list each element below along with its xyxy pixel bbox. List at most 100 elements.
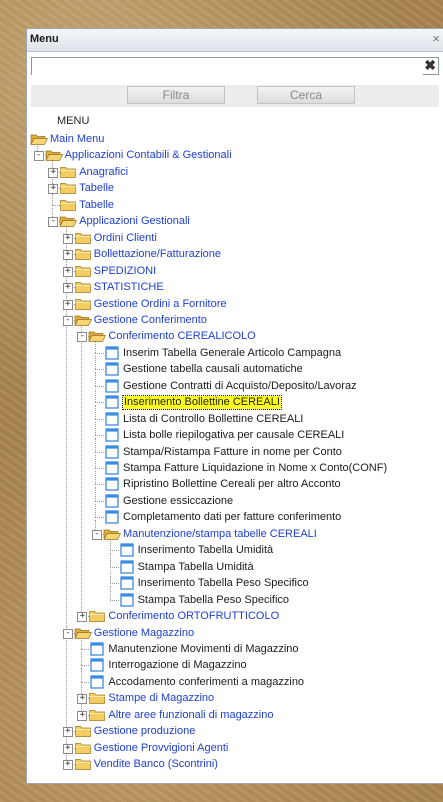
tree-item-label[interactable]: Gestione produzione [94, 725, 196, 738]
tree-folder-item[interactable]: - Gestione Magazzino [27, 626, 443, 641]
tree-item-label[interactable]: Stampa/Ristampa Fatture in nome per Cont… [123, 446, 342, 459]
tree-program-item[interactable]: Accodamento conferimenti a magazzino [27, 675, 443, 690]
tree-folder-item[interactable]: Main Menu [27, 132, 443, 147]
tree-item-label[interactable]: Ripristino Bollettine Cereali per altro … [123, 478, 341, 491]
tree-item-label[interactable]: Gestione Conferimento [94, 314, 207, 327]
tree-item-label[interactable]: Applicazioni Gestionali [79, 215, 190, 228]
tree-folder-item[interactable]: + Gestione Ordini a Fornitore [27, 297, 443, 312]
tree-folder-item[interactable]: + STATISTICHE [27, 280, 443, 295]
tree-item-label[interactable]: Anagrafici [79, 166, 128, 179]
tree-folder-item[interactable]: + Altre aree funzionali di magazzino [27, 708, 443, 723]
tree-item-label[interactable]: Ordini Clienti [94, 232, 157, 245]
tree-program-item[interactable]: Stampa/Ristampa Fatture in nome per Cont… [27, 444, 443, 460]
tree-item-label[interactable]: Gestione tabella causali automatiche [123, 363, 303, 376]
tree-folder-item[interactable]: + Bollettazione/Fatturazione [27, 247, 443, 262]
tree-item-label[interactable]: Conferimento ORTOFRUTTICOLO [108, 610, 279, 623]
tree-item-label[interactable]: Main Menu [50, 133, 104, 146]
tree-folder-item[interactable]: + Anagrafici [27, 165, 443, 180]
tree-item-label[interactable]: STATISTICHE [94, 281, 164, 294]
expand-icon[interactable]: + [48, 184, 59, 195]
tree-program-item[interactable]: Stampa Tabella Peso Specifico [27, 592, 443, 608]
tree-item-label[interactable]: Manutenzione/stampa tabelle CEREALI [123, 528, 317, 541]
tree-item-label[interactable]: Manutenzione Movimenti di Magazzino [108, 643, 298, 656]
collapse-icon[interactable]: - [62, 628, 73, 639]
tree-folder-item[interactable]: + Stampe di Magazzino [27, 691, 443, 706]
tree-item-label[interactable]: Stampa Tabella Peso Specifico [138, 594, 289, 607]
tree-item-label[interactable]: Stampa Fatture Liquidazione in Nome x Co… [123, 462, 387, 475]
expand-icon[interactable]: + [62, 743, 73, 754]
tree-program-item[interactable]: Inserim Tabella Generale Articolo Campag… [27, 346, 443, 361]
tree-item-label[interactable]: Inserimento Tabella Umidità [138, 544, 274, 557]
expand-icon[interactable]: + [48, 167, 59, 178]
tree-folder-item[interactable]: - Conferimento CEREALICOLO [27, 329, 443, 344]
tree-program-item[interactable]: Gestione essiccazione [27, 494, 443, 509]
tree-program-item[interactable]: Inserimento Bollettine CEREALI [27, 395, 443, 411]
tree-item-label[interactable]: Lista di Controllo Bollettine CEREALI [123, 413, 303, 426]
tree-folder-item[interactable]: + SPEDIZIONI [27, 264, 443, 279]
tree-program-item[interactable]: Stampa Fatture Liquidazione in Nome x Co… [27, 461, 443, 476]
tree-folder-item[interactable]: + Conferimento ORTOFRUTTICOLO [27, 609, 443, 624]
expand-icon[interactable]: + [62, 233, 73, 244]
collapse-icon[interactable]: - [48, 217, 59, 228]
tree-program-item[interactable]: Lista bolle riepilogativa per causale CE… [27, 428, 443, 443]
tree-item-label[interactable]: Conferimento CEREALICOLO [108, 330, 255, 343]
expand-icon[interactable]: + [62, 250, 73, 261]
tree-folder-item[interactable]: + Vendite Banco (Scontrini) [27, 757, 443, 772]
expand-icon[interactable]: + [62, 760, 73, 771]
tree-program-item[interactable]: Inserimento Tabella Peso Specifico [27, 576, 443, 591]
tree-folder-item[interactable]: - Applicazioni Contabili & Gestionali [27, 148, 443, 163]
collapse-icon[interactable]: - [33, 151, 44, 162]
tree-folder-item[interactable]: - Applicazioni Gestionali [27, 214, 443, 229]
tree-program-item[interactable]: Completamento dati per fatture conferime… [27, 510, 443, 525]
expand-icon[interactable]: + [62, 727, 73, 738]
tree-item-label[interactable]: SPEDIZIONI [94, 265, 156, 278]
expand-icon[interactable]: + [77, 694, 88, 705]
folder-open-icon [74, 626, 92, 640]
tree-program-item[interactable]: Gestione tabella causali automatiche [27, 362, 443, 377]
tree-item-label[interactable]: Gestione Ordini a Fornitore [94, 298, 227, 311]
tree-folder-item[interactable]: - Manutenzione/stampa tabelle CEREALI [27, 527, 443, 542]
tree-item-label[interactable]: Gestione Magazzino [94, 627, 194, 640]
collapse-icon[interactable]: - [77, 332, 88, 343]
tree-item-label[interactable]: Tabelle [79, 182, 114, 195]
collapse-icon[interactable]: - [92, 529, 102, 540]
tree-program-item[interactable]: Inserimento Tabella Umidità [27, 543, 443, 558]
tree-item-label[interactable]: Gestione essiccazione [123, 495, 233, 508]
expand-icon[interactable]: + [77, 710, 88, 721]
tree-item-label[interactable]: Completamento dati per fatture conferime… [123, 511, 341, 524]
tree-program-item[interactable]: Interrogazione di Magazzino [27, 658, 443, 673]
tree-item-label[interactable]: Inserim Tabella Generale Articolo Campag… [123, 347, 341, 360]
folder-icon [88, 609, 106, 623]
tree-folder-item[interactable]: + Gestione Provvigioni Agenti [27, 741, 443, 756]
tree-item-label[interactable]: Interrogazione di Magazzino [108, 659, 246, 672]
tree-program-item[interactable]: Lista di Controllo Bollettine CEREALI [27, 412, 443, 427]
expand-icon[interactable]: + [62, 283, 73, 294]
tree-item-label[interactable]: Gestione Provvigioni Agenti [94, 742, 229, 755]
folder-icon [88, 708, 106, 722]
tree-folder-item[interactable]: - Gestione Conferimento [27, 313, 443, 328]
tree-folder-item[interactable]: + Tabelle [27, 181, 443, 196]
expand-icon[interactable]: + [62, 299, 73, 310]
tree-program-item[interactable]: Gestione Contratti di Acquisto/Deposito/… [27, 379, 443, 394]
tree-item-label[interactable]: Inserimento Bollettine CEREALI [122, 395, 282, 411]
tree-program-item[interactable]: Manutenzione Movimenti di Magazzino [27, 642, 443, 657]
expand-icon[interactable]: + [77, 612, 88, 623]
tree-folder-item[interactable]: Tabelle [27, 198, 443, 213]
tree-folder-item[interactable]: + Gestione produzione [27, 724, 443, 739]
tree-program-item[interactable]: Stampa Tabella Umidità [27, 560, 443, 575]
tree-folder-item[interactable]: + Ordini Clienti [27, 231, 443, 246]
tree-item-label[interactable]: Altre aree funzionali di magazzino [108, 709, 273, 722]
tree-item-label[interactable]: Inserimento Tabella Peso Specifico [138, 577, 309, 590]
tree-item-label[interactable]: Stampe di Magazzino [108, 692, 214, 705]
tree-program-item[interactable]: Ripristino Bollettine Cereali per altro … [27, 477, 443, 492]
tree-item-label[interactable]: Stampa Tabella Umidità [138, 561, 254, 574]
tree-item-label[interactable]: Gestione Contratti di Acquisto/Deposito/… [123, 380, 357, 393]
tree-item-label[interactable]: Vendite Banco (Scontrini) [94, 758, 218, 771]
tree-item-label[interactable]: Tabelle [79, 199, 114, 212]
tree-item-label[interactable]: Bollettazione/Fatturazione [94, 248, 221, 261]
tree-item-label[interactable]: Applicazioni Contabili & Gestionali [65, 149, 232, 162]
tree-item-label[interactable]: Accodamento conferimenti a magazzino [108, 676, 304, 689]
expand-icon[interactable]: + [62, 266, 73, 277]
collapse-icon[interactable]: - [62, 315, 73, 326]
tree-item-label[interactable]: Lista bolle riepilogativa per causale CE… [123, 429, 344, 442]
